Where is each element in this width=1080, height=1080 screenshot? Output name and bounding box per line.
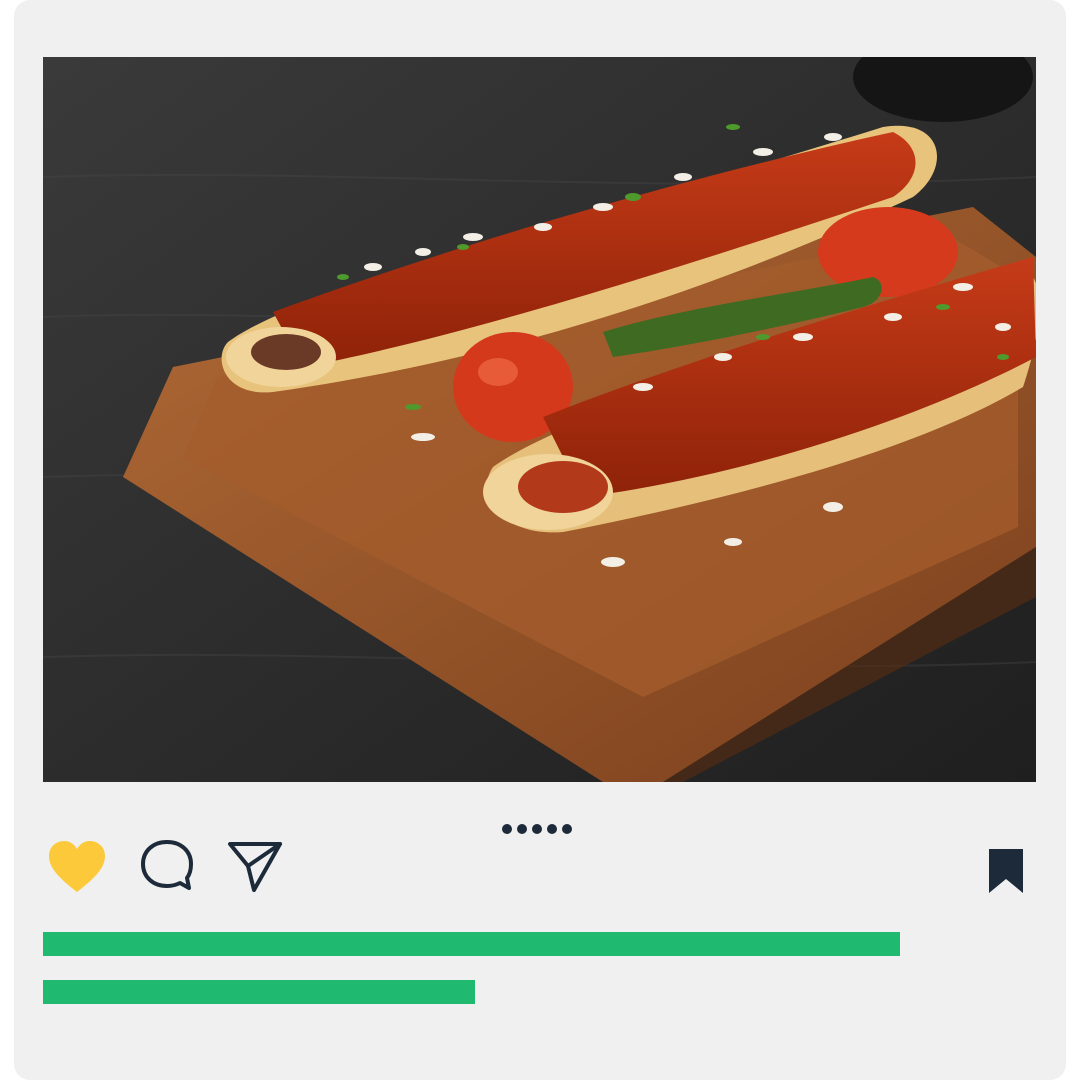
carousel-dot[interactable] (547, 824, 557, 834)
speech-bubble-icon[interactable] (139, 838, 195, 894)
carousel-indicator[interactable] (502, 824, 572, 836)
post-image[interactable] (43, 57, 1036, 782)
heart-filled-icon[interactable] (47, 840, 107, 894)
carousel-dot[interactable] (532, 824, 542, 834)
carousel-dot[interactable] (502, 824, 512, 834)
bookmark-filled-icon[interactable] (986, 846, 1026, 896)
carousel-dot[interactable] (562, 824, 572, 834)
caption-placeholder-line-2 (43, 980, 475, 1004)
caption-placeholder-line-1 (43, 932, 900, 956)
food-photo-illustration (43, 57, 1036, 782)
paper-plane-icon[interactable] (226, 838, 284, 894)
carousel-dot[interactable] (517, 824, 527, 834)
